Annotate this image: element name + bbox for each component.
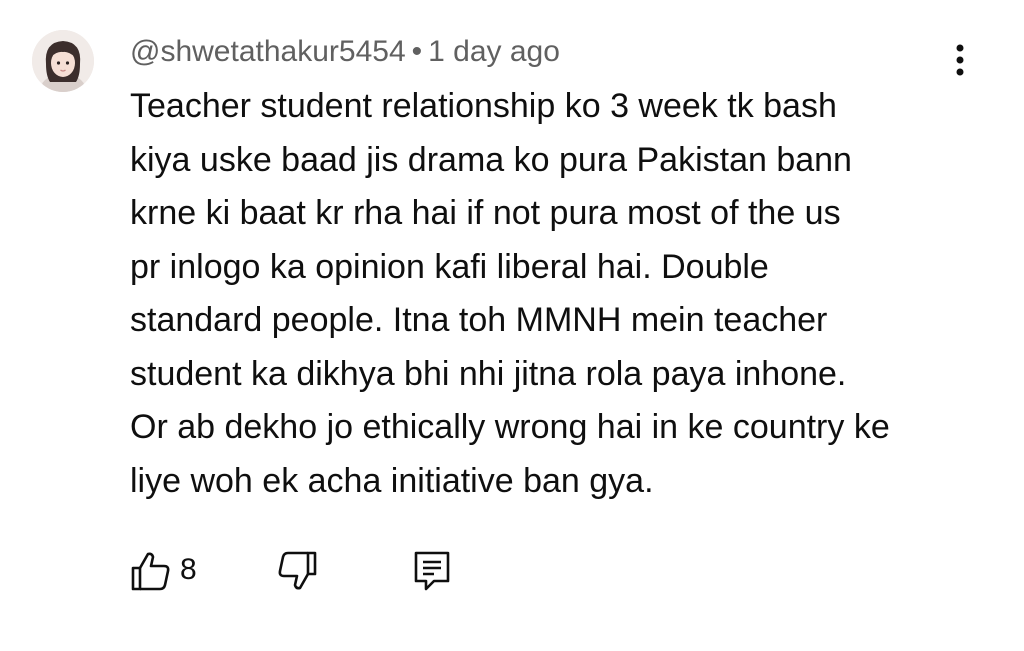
avatar-image [32, 30, 94, 92]
comment-text-line: Or ab dekho jo ethically wrong hai in ke… [130, 408, 890, 446]
comment-username[interactable]: @shwetathakur5454 [130, 35, 406, 68]
comment-text: Teacher student relationship ko 3 week t… [130, 80, 990, 508]
comment-text-line: pr inlogo ka opinion kafi liberal hai. D… [130, 247, 769, 286]
comment-timestamp[interactable]: 1 day ago [428, 35, 560, 68]
comment-text-line: krne ki baat kr rha hai if not pura most… [130, 194, 841, 232]
avatar[interactable] [32, 30, 94, 92]
like-button[interactable]: 8 [128, 545, 218, 593]
comment-text-line: liye woh ek acha initiative ban gya. [130, 461, 654, 500]
thumb-down-icon [276, 549, 320, 598]
more-options-button[interactable] [940, 42, 980, 82]
like-count: 8 [180, 553, 197, 586]
more-vert-icon [956, 44, 964, 76]
comment-text-line: standard people. Itna toh MMNH mein teac… [130, 301, 828, 339]
dislike-button[interactable] [276, 545, 324, 593]
thumb-up-icon [128, 549, 172, 598]
comment-reply-icon [410, 549, 454, 598]
reply-button[interactable] [410, 545, 458, 593]
comment-text-line: Teacher student relationship ko 3 week t… [130, 87, 837, 125]
comment-meta: @shwetathakur5454 • 1 day ago [130, 33, 560, 71]
comment-text-line: kiya uske baad jis drama ko pura Pakista… [130, 140, 852, 179]
meta-separator: • [411, 35, 423, 68]
comment-text-line: student ka dikhya bhi nhi jitna rola pay… [130, 354, 847, 393]
comment-card: @shwetathakur5454 • 1 day ago Teacher stud… [0, 0, 1024, 651]
